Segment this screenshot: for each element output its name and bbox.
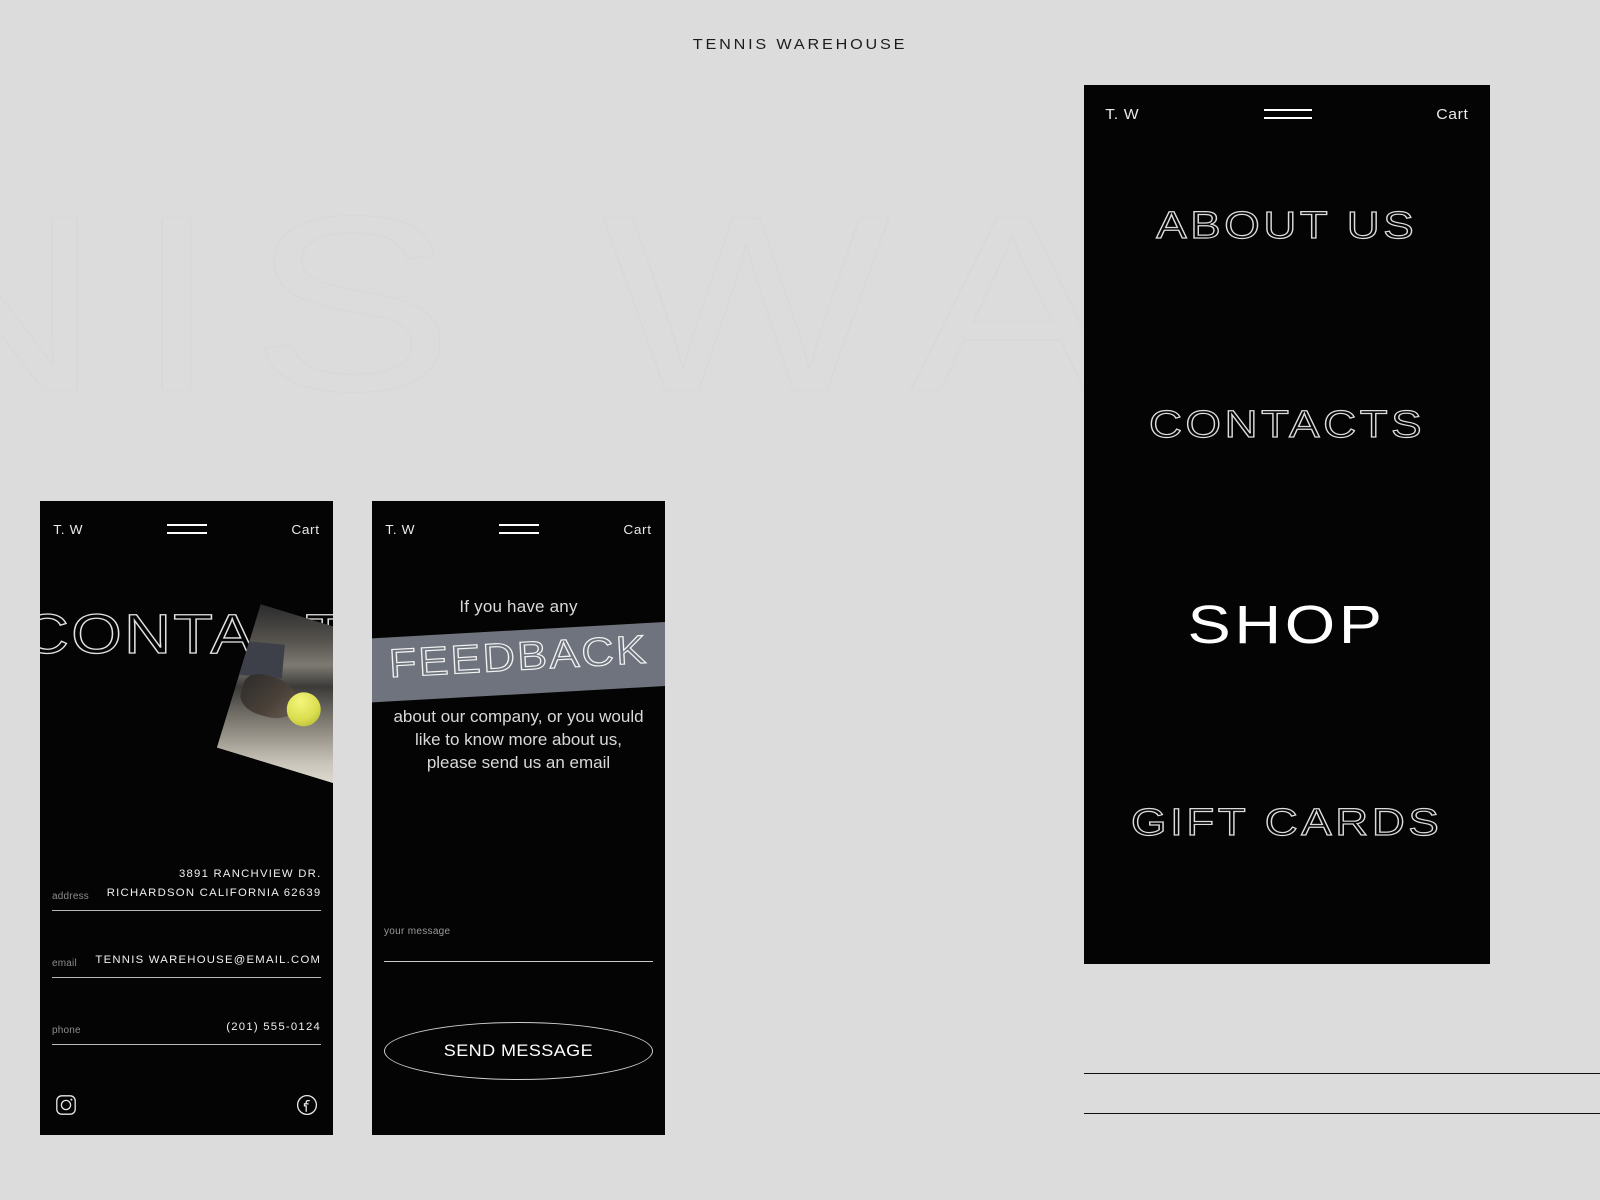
menu-item-about-us[interactable]: ABOUT US bbox=[1084, 127, 1490, 326]
social-links bbox=[54, 1093, 319, 1117]
feedback-paragraph: about our company, or you would like to … bbox=[393, 707, 644, 772]
menu-overlay-mockup: T. W Cart ABOUT US CONTACTS SHOP GIFT CA… bbox=[1084, 85, 1490, 964]
page-title: TENNIS WAREHOUSE bbox=[692, 36, 908, 53]
feedback-intro-line: If you have any bbox=[459, 597, 578, 616]
menu-item-contacts[interactable]: CONTACTS bbox=[1084, 326, 1490, 525]
contact-row-email: email TENNIS WAREHOUSE@EMAIL.COM bbox=[52, 951, 321, 978]
menu-item-label: ABOUT US bbox=[1156, 204, 1418, 247]
contact-row-phone: phone (201) 555-0124 bbox=[52, 1018, 321, 1045]
send-message-button[interactable]: SEND MESSAGE bbox=[384, 1022, 653, 1080]
message-input-underline bbox=[384, 961, 653, 962]
contacts-nav-bar: T. W Cart bbox=[40, 501, 333, 557]
hamburger-icon[interactable] bbox=[499, 524, 540, 534]
contact-row-address: address 3891 RANCHVIEW DR. RICHARDSON CA… bbox=[52, 865, 321, 911]
contact-value-address: 3891 RANCHVIEW DR. RICHARDSON CALIFORNIA… bbox=[106, 868, 321, 899]
divider-rule-bottom bbox=[1084, 1113, 1600, 1114]
contact-label-email: email bbox=[52, 958, 77, 969]
divider-rule-top bbox=[1084, 1073, 1600, 1074]
cart-link[interactable]: Cart bbox=[623, 522, 651, 537]
logo-tw[interactable]: T. W bbox=[53, 522, 83, 537]
menu-item-gift-cards[interactable]: GIFT CARDS bbox=[1084, 724, 1490, 923]
menu-item-label: SHOP bbox=[1187, 594, 1387, 655]
logo-tw[interactable]: T. W bbox=[385, 522, 415, 537]
menu-item-label: GIFT CARDS bbox=[1131, 801, 1443, 844]
feedback-nav-bar: T. W Cart bbox=[372, 501, 665, 557]
feedback-screen-mockup: T. W Cart If you have any FEEDBACK about… bbox=[372, 501, 665, 1135]
cart-link[interactable]: Cart bbox=[1436, 106, 1468, 123]
contacts-screen-mockup: T. W Cart CONTACTS address 3891 RANCHVIE… bbox=[40, 501, 333, 1135]
send-message-label: SEND MESSAGE bbox=[443, 1041, 594, 1060]
contact-value-phone[interactable]: (201) 555-0124 bbox=[226, 1018, 321, 1037]
hamburger-icon[interactable] bbox=[1263, 109, 1312, 119]
menu-item-shop[interactable]: SHOP bbox=[1084, 525, 1490, 724]
menu-item-label: CONTACTS bbox=[1148, 403, 1426, 446]
facebook-icon[interactable] bbox=[295, 1093, 319, 1117]
message-input-placeholder: your message bbox=[384, 926, 451, 937]
logo-tw[interactable]: T. W bbox=[1105, 106, 1139, 123]
contact-info-list: address 3891 RANCHVIEW DR. RICHARDSON CA… bbox=[52, 865, 321, 1045]
hamburger-icon[interactable] bbox=[167, 524, 208, 534]
contact-label-phone: phone bbox=[52, 1025, 81, 1036]
menu-nav-bar: T. W Cart bbox=[1084, 85, 1490, 143]
instagram-icon[interactable] bbox=[54, 1093, 78, 1117]
contact-value-email[interactable]: TENNIS WAREHOUSE@EMAIL.COM bbox=[95, 951, 321, 970]
cart-link[interactable]: Cart bbox=[291, 522, 319, 537]
message-field[interactable]: your message bbox=[384, 926, 653, 962]
menu-items-list: ABOUT US CONTACTS SHOP GIFT CARDS ABOUT … bbox=[1084, 127, 1490, 964]
contact-label-address: address bbox=[52, 891, 89, 902]
menu-item-about-us-repeat[interactable]: ABOUT US bbox=[1084, 923, 1490, 964]
